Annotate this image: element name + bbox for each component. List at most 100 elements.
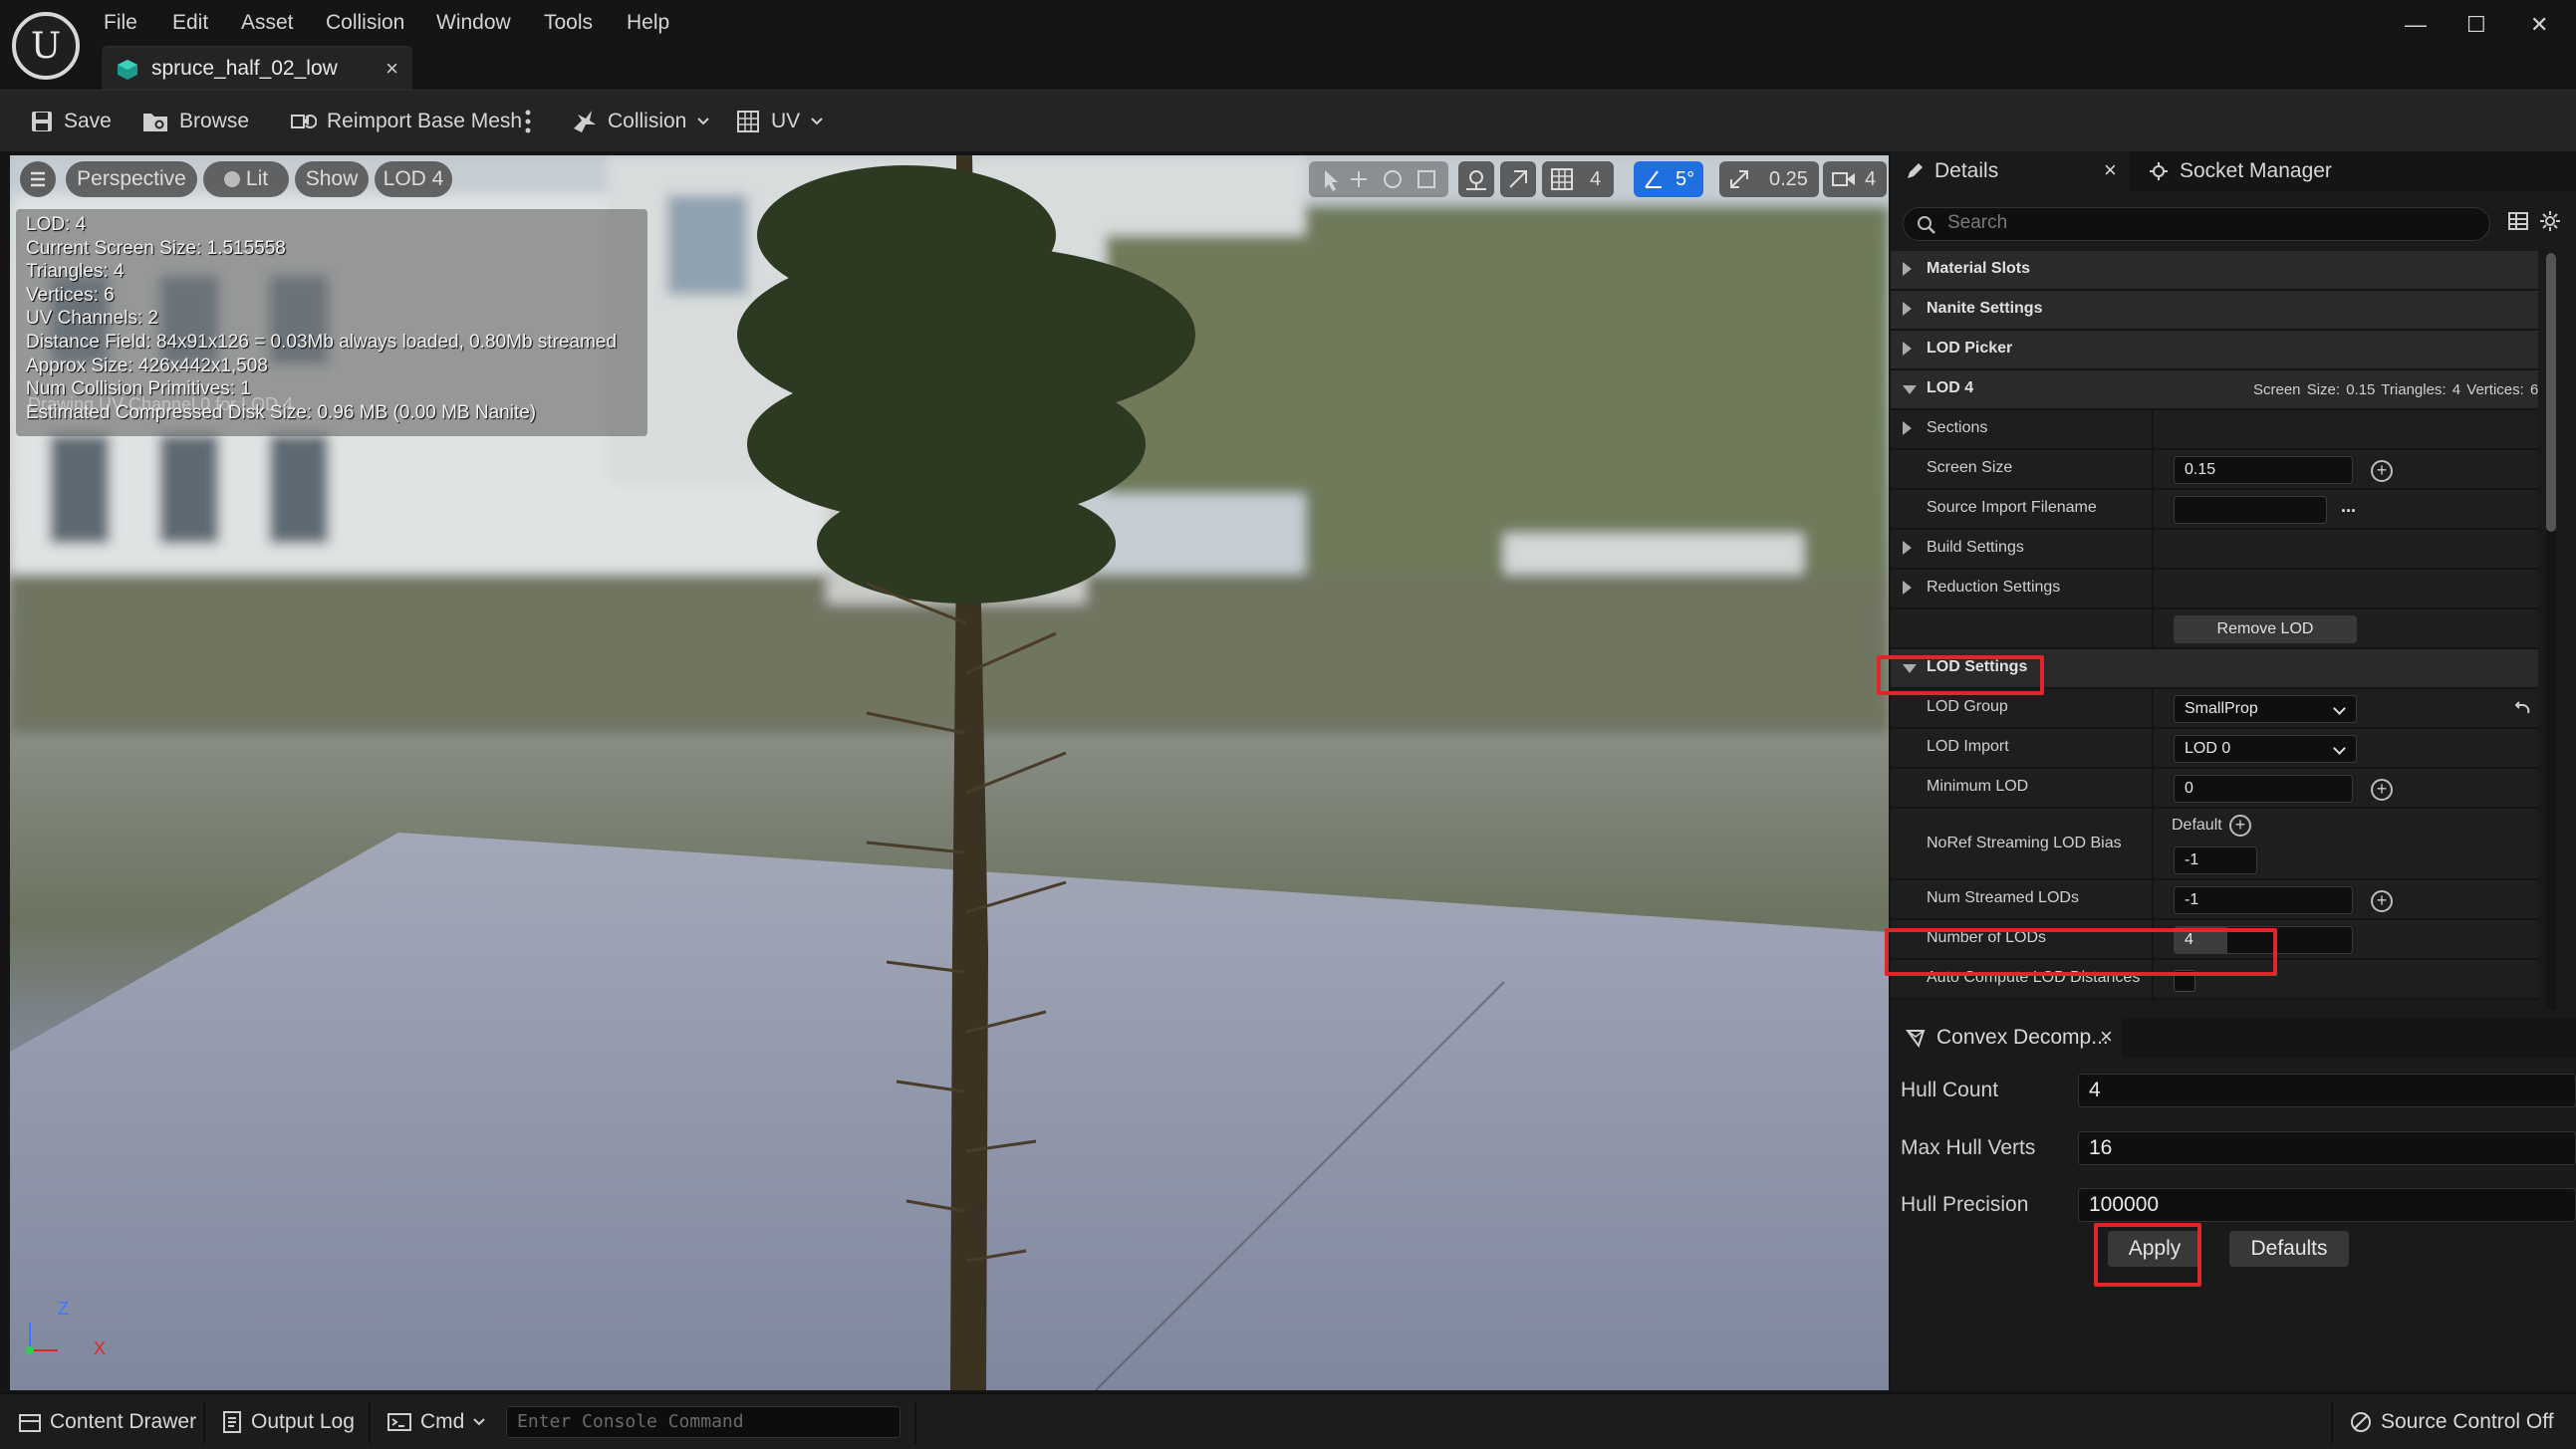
add-platform-override-icon[interactable]: + (2371, 779, 2393, 801)
num-streamed-lods-input[interactable]: -1 (2174, 886, 2353, 914)
minimum-lod-input[interactable]: 0 (2174, 775, 2353, 803)
details-scrollbar-thumb[interactable] (2546, 253, 2556, 532)
row-label: Reduction Settings (1927, 579, 2061, 596)
menu-tools[interactable]: Tools (544, 8, 593, 38)
source-import-filename-input[interactable] (2174, 496, 2327, 524)
menu-help[interactable]: Help (627, 8, 669, 38)
maximize-icon[interactable]: ☐ (2466, 12, 2486, 38)
category-nanite-settings[interactable]: Nanite Settings (1891, 291, 2538, 331)
max-hull-verts-slider[interactable]: 16 (2078, 1131, 2576, 1165)
column-splitter[interactable] (2152, 530, 2154, 570)
row-sections[interactable]: Sections (1891, 410, 2538, 450)
lit-sphere-icon (223, 171, 240, 187)
title-bar: U File Edit Asset Collision Window Tools… (0, 0, 2576, 90)
hull-precision-input[interactable]: 100000 (2078, 1188, 2576, 1222)
add-platform-override-icon[interactable]: + (2371, 460, 2393, 482)
category-label: LOD 4 (1927, 379, 1974, 396)
table-view-icon[interactable] (2506, 209, 2530, 233)
collision-dropdown[interactable]: Collision (570, 107, 710, 136)
hull-precision-label: Hull Precision (1901, 1193, 2029, 1216)
screen-size-input[interactable]: 0.15 (2174, 456, 2353, 484)
surface-snap-icon[interactable] (1458, 161, 1494, 197)
console-command-input[interactable]: Enter Console Command (506, 1406, 901, 1438)
column-splitter[interactable] (2152, 769, 2154, 809)
unreal-logo-icon[interactable]: U (12, 12, 80, 80)
content-drawer-button[interactable]: Content Drawer (18, 1408, 196, 1436)
category-material-slots[interactable]: Material Slots (1891, 251, 2538, 291)
tab-convex-decomposition[interactable]: Convex Decomp... × (1891, 1018, 2122, 1058)
column-splitter[interactable] (2152, 729, 2154, 769)
column-splitter[interactable] (2152, 609, 2154, 649)
camera-speed-button[interactable]: 4 (1823, 161, 1887, 197)
details-search-input[interactable]: Search (1903, 207, 2490, 241)
category-lod4[interactable]: LOD 4 Screen Size: 0.15 Triangles: 4 Ver… (1891, 370, 2538, 410)
row-lod-import: LOD Import LOD 0 (1891, 729, 2538, 769)
lod-import-dropdown[interactable]: LOD 0 (2174, 735, 2357, 763)
column-splitter[interactable] (2152, 809, 2154, 880)
hull-count-input[interactable]: 4 (2078, 1074, 2576, 1107)
toolbar-overflow-icon[interactable] (524, 107, 532, 136)
close-window-icon[interactable]: ✕ (2530, 12, 2548, 38)
category-lod-picker[interactable]: LOD Picker (1891, 331, 2538, 370)
category-label: Nanite Settings (1927, 300, 2043, 317)
tab-socket-manager-label: Socket Manager (2180, 159, 2332, 182)
search-icon (1916, 214, 1937, 236)
menu-collision[interactable]: Collision (326, 8, 404, 38)
row-minimum-lod: Minimum LOD 0 + (1891, 769, 2538, 809)
settings-gear-icon[interactable] (2538, 209, 2562, 233)
row-reduction-settings[interactable]: Reduction Settings (1891, 570, 2538, 609)
viewport-options-icon[interactable] (20, 161, 56, 197)
grid-snap-button[interactable]: 4 (1542, 161, 1614, 197)
minimize-icon[interactable]: — (2405, 12, 2427, 38)
asset-tab[interactable]: spruce_half_02_low × (102, 46, 412, 90)
close-tab-icon[interactable]: × (386, 56, 398, 82)
menu-asset[interactable]: Asset (241, 8, 294, 38)
tab-socket-manager[interactable]: Socket Manager (2134, 151, 2393, 191)
chevron-down-icon (810, 117, 824, 126)
angle-snap-button[interactable]: 5° (1634, 161, 1703, 197)
content-drawer-icon (18, 1411, 42, 1433)
close-details-icon[interactable]: × (2104, 157, 2117, 183)
row-label: NoRef Streaming LOD Bias (1927, 835, 2122, 851)
reset-to-default-icon[interactable] (2512, 699, 2532, 719)
save-button[interactable]: Save (30, 107, 112, 136)
show-button[interactable]: Show (295, 161, 369, 197)
cmd-dropdown[interactable]: Cmd (386, 1408, 486, 1436)
scale-snap-button[interactable]: 0.25 (1719, 161, 1819, 197)
mesh-viewport[interactable]: Perspective Lit Show LOD 4 4 5° 0.25 4 L… (10, 155, 1889, 1390)
column-splitter[interactable] (2152, 410, 2154, 450)
lit-button[interactable]: Lit (203, 161, 289, 197)
add-quality-override-icon[interactable]: + (2229, 815, 2251, 837)
reimport-base-mesh-button[interactable]: Reimport Base Mesh (289, 107, 522, 136)
browse-button[interactable]: Browse (141, 107, 249, 136)
menu-file[interactable]: File (104, 8, 137, 38)
menu-window[interactable]: Window (436, 8, 511, 38)
defaults-button[interactable]: Defaults (2229, 1231, 2349, 1267)
lod-group-dropdown[interactable]: SmallProp (2174, 695, 2357, 723)
tab-details[interactable]: Details × (1891, 151, 2130, 191)
output-log-button[interactable]: Output Log (221, 1408, 355, 1436)
close-convex-icon[interactable]: × (2100, 1024, 2113, 1050)
browse-file-button[interactable]: ... (2341, 496, 2356, 517)
column-splitter[interactable] (2152, 570, 2154, 609)
remove-lod-button[interactable]: Remove LOD (2174, 615, 2357, 643)
source-control-button[interactable]: Source Control Off (2349, 1408, 2554, 1436)
lod-button[interactable]: LOD 4 (375, 161, 452, 197)
lod4-summary: Screen Size: 0.15 Triangles: 4 Vertices:… (2253, 381, 2539, 398)
transform-tools-group[interactable] (1309, 161, 1448, 197)
perspective-button[interactable]: Perspective (66, 161, 197, 197)
column-splitter[interactable] (2152, 880, 2154, 920)
column-splitter[interactable] (2152, 450, 2154, 490)
collision-label: Collision (608, 110, 687, 132)
status-separator (914, 1402, 916, 1444)
uv-channel-ghost-text: Drawing UV Channel 0 for LOD 4 (28, 394, 294, 414)
row-build-settings[interactable]: Build Settings (1891, 530, 2538, 570)
menu-edit[interactable]: Edit (172, 8, 208, 38)
column-splitter[interactable] (2152, 490, 2154, 530)
uv-dropdown[interactable]: UV (735, 107, 824, 136)
add-platform-override-icon[interactable]: + (2371, 890, 2393, 912)
column-splitter[interactable] (2152, 689, 2154, 729)
noref-bias-input[interactable]: -1 (2174, 846, 2257, 874)
world-local-icon[interactable] (1500, 161, 1536, 197)
static-mesh-editor-window: U File Edit Asset Collision Window Tools… (0, 0, 2576, 1449)
